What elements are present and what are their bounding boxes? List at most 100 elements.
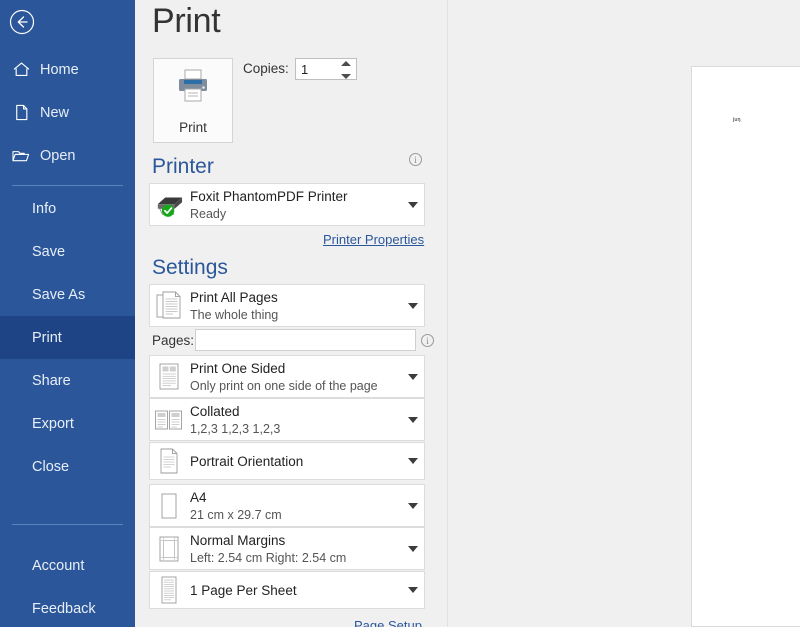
page-setup-link[interactable]: Page Setup [354,618,422,627]
margins-dropdown[interactable]: Normal Margins Left: 2.54 cm Right: 2.54… [149,527,425,570]
orientation-text: Portrait Orientation [188,454,402,469]
copies-stepper[interactable] [295,58,357,80]
sidebar-top-group: Home New Open [0,48,135,194]
sidebar-item-close[interactable]: Close [0,445,135,488]
sidebar-item-save-as[interactable]: Save As [0,273,135,316]
backstage-sidebar: Home New Open [0,0,135,627]
collation-dropdown[interactable]: Collated 1,2,3 1,2,3 1,2,3 [149,398,425,441]
printer-section-heading: Printer [152,155,214,179]
preview-document-text: juŋ [733,117,741,123]
printer-name: Foxit PhantomPDF Printer [190,189,402,204]
printer-selector-text: Foxit PhantomPDF Printer Ready [188,189,402,221]
printer-info-icon[interactable]: i [409,153,422,166]
copies-input[interactable] [296,59,341,79]
spinner-down-icon[interactable] [341,74,351,79]
pages-per-sheet-dropdown[interactable]: 1 Page Per Sheet [149,571,425,609]
collated-icon [150,407,188,433]
sidebar-item-label: Account [32,558,84,574]
open-folder-icon [10,145,32,167]
pages-input[interactable] [195,329,416,351]
sidebar-item-label: Save As [32,287,85,303]
spinner-up-icon[interactable] [341,61,351,66]
pages-info-icon[interactable]: i [421,334,434,347]
all-pages-icon [150,291,188,321]
sidebar-item-export[interactable]: Export [0,402,135,445]
home-icon [10,59,32,81]
print-range-primary: Print All Pages [190,290,402,305]
chevron-down-icon[interactable] [402,374,424,380]
one-sided-icon [150,362,188,392]
sidebar-divider-bottom [12,524,123,525]
sidebar-item-label: Open [40,148,75,164]
chevron-down-icon[interactable] [402,202,424,208]
sidebar-item-label: Info [32,201,56,217]
sidebar-item-label: Feedback [32,601,96,617]
chevron-down-icon[interactable] [402,303,424,309]
print-button[interactable]: Print [153,58,233,143]
portrait-icon [150,447,188,475]
duplex-primary: Print One Sided [190,361,402,376]
paper-size-secondary: 21 cm x 29.7 cm [190,508,402,522]
sidebar-item-feedback[interactable]: Feedback [0,587,135,627]
sidebar-item-label: New [40,105,69,121]
pages-label: Pages: [152,333,194,348]
sidebar-item-label: Print [32,330,62,346]
collation-primary: Collated [190,404,402,419]
margins-text: Normal Margins Left: 2.54 cm Right: 2.54… [188,533,402,565]
print-backstage-window: Home New Open [0,0,800,627]
sidebar-item-home[interactable]: Home [0,48,135,91]
chevron-down-icon[interactable] [402,546,424,552]
pages-per-sheet-icon [150,575,188,605]
print-button-label: Print [179,120,207,135]
printer-selector-dropdown[interactable]: Foxit PhantomPDF Printer Ready [149,183,425,226]
sidebar-item-label: Save [32,244,65,260]
settings-section-heading: Settings [152,256,228,280]
pages-per-sheet-text: 1 Page Per Sheet [188,583,402,598]
copies-label: Copies: [243,61,289,76]
duplex-secondary: Only print on one side of the page [190,379,402,393]
sidebar-item-save[interactable]: Save [0,230,135,273]
page-title: Print [152,2,220,41]
sidebar-item-print[interactable]: Print [0,316,135,359]
sidebar-item-share[interactable]: Share [0,359,135,402]
chevron-down-icon[interactable] [402,587,424,593]
new-document-icon [10,102,32,124]
print-settings-pane: Print Print Copies: [135,0,447,627]
printer-icon [173,67,213,110]
margins-secondary: Left: 2.54 cm Right: 2.54 cm [190,551,402,565]
duplex-text: Print One Sided Only print on one side o… [188,361,402,393]
print-range-secondary: The whole thing [190,308,402,322]
sidebar-item-new[interactable]: New [0,91,135,134]
collation-text: Collated 1,2,3 1,2,3 1,2,3 [188,404,402,436]
paper-size-primary: A4 [190,490,402,505]
sidebar-bottom-group: Account Feedback [0,544,135,627]
paper-size-text: A4 21 cm x 29.7 cm [188,490,402,522]
print-range-text: Print All Pages The whole thing [188,290,402,322]
sidebar-main-group: Info Save Save As Print Share Export Clo… [0,187,135,488]
sidebar-item-account[interactable]: Account [0,544,135,587]
chevron-down-icon[interactable] [402,503,424,509]
printer-status: Ready [190,207,402,221]
printer-device-icon [150,191,188,219]
printer-properties-link[interactable]: Printer Properties [323,232,424,247]
print-range-dropdown[interactable]: Print All Pages The whole thing [149,284,425,327]
sidebar-item-open[interactable]: Open [0,134,135,177]
chevron-down-icon[interactable] [402,417,424,423]
sidebar-item-label: Close [32,459,69,475]
sidebar-item-info[interactable]: Info [0,187,135,230]
duplex-dropdown[interactable]: Print One Sided Only print on one side o… [149,355,425,398]
copies-spinner[interactable] [340,61,352,79]
orientation-primary: Portrait Orientation [190,454,402,469]
collation-secondary: 1,2,3 1,2,3 1,2,3 [190,422,402,436]
margins-primary: Normal Margins [190,533,402,548]
sidebar-divider-top [12,185,123,186]
pages-per-sheet-primary: 1 Page Per Sheet [190,583,402,598]
orientation-dropdown[interactable]: Portrait Orientation [149,442,425,480]
preview-page[interactable]: juŋ [691,66,800,627]
sidebar-item-label: Home [40,62,79,78]
sidebar-item-label: Share [32,373,71,389]
paper-size-icon [150,492,188,520]
paper-size-dropdown[interactable]: A4 21 cm x 29.7 cm [149,484,425,527]
chevron-down-icon[interactable] [402,458,424,464]
back-arrow-icon[interactable] [6,6,38,38]
